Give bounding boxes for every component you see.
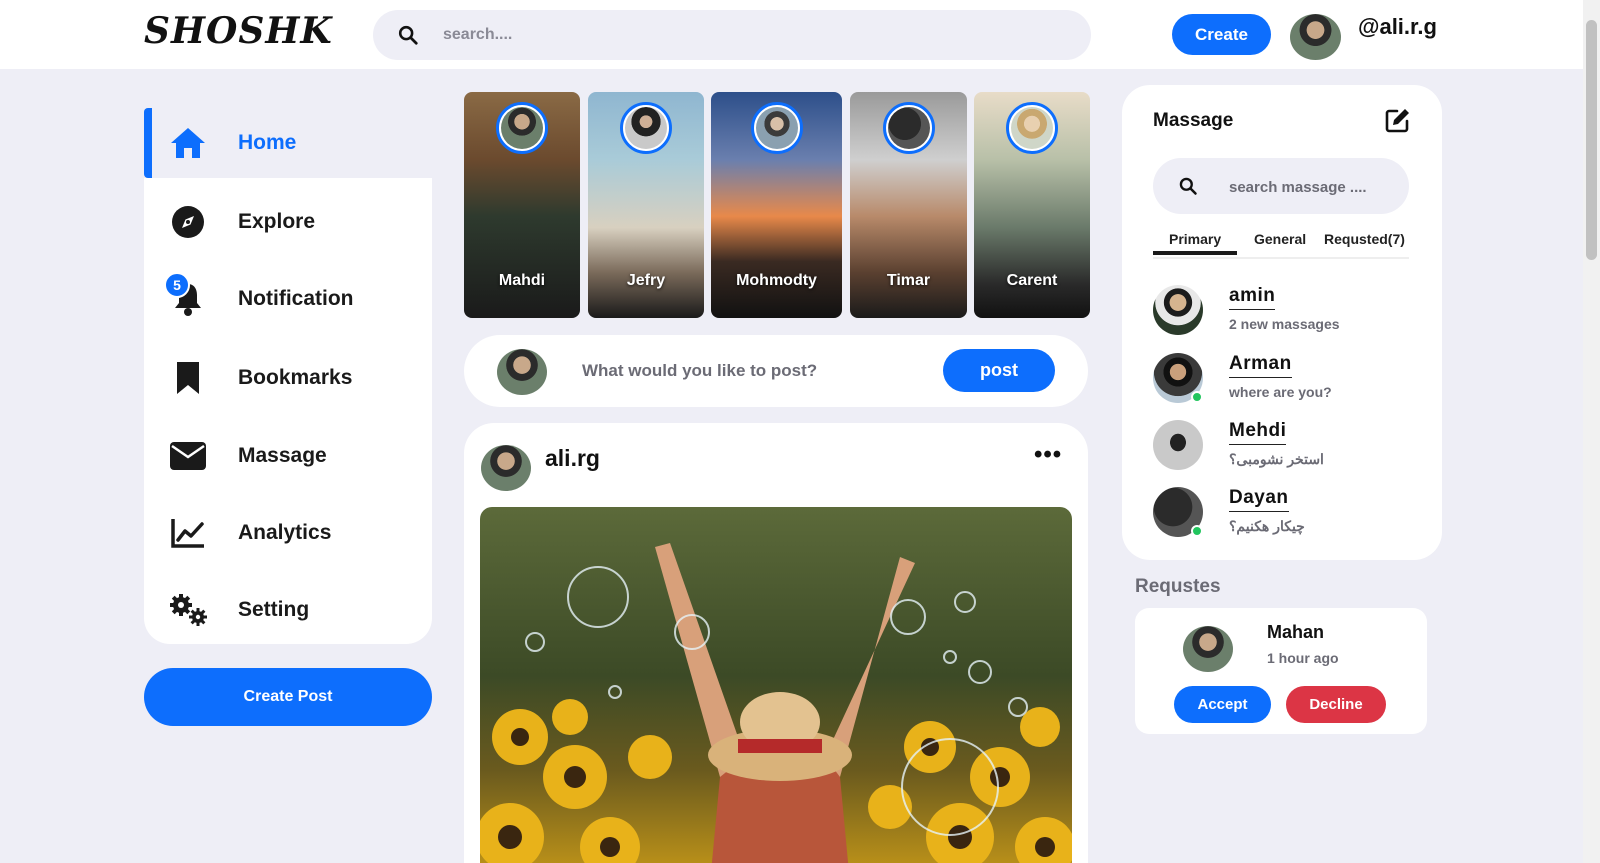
story-avatar xyxy=(882,102,935,154)
online-status-dot xyxy=(1191,391,1203,403)
search-input[interactable] xyxy=(443,22,1043,48)
search-icon xyxy=(398,25,418,45)
story-name: Mohmodty xyxy=(736,272,817,289)
post-button[interactable]: post xyxy=(943,349,1055,392)
sidebar-item-analytics[interactable]: Analytics xyxy=(144,498,432,568)
message-search-input[interactable] xyxy=(1229,174,1399,200)
sidebar-item-label: Setting xyxy=(238,598,310,621)
compass-icon xyxy=(168,202,208,242)
gears-icon xyxy=(168,590,208,630)
story-name: Carent xyxy=(1006,272,1058,289)
create-post-button[interactable]: Create Post xyxy=(144,668,432,726)
feed-post: ali.rg ••• xyxy=(464,423,1088,863)
home-icon xyxy=(168,123,208,163)
story-avatar xyxy=(496,102,548,154)
contact-name: amin xyxy=(1229,285,1276,310)
tab-primary[interactable]: Primary xyxy=(1153,231,1238,255)
message-search-bar xyxy=(1153,158,1409,214)
contact-preview: چیکار هکنیم؟ xyxy=(1229,518,1305,534)
avatar xyxy=(1153,420,1203,470)
contact-name: Dayan xyxy=(1229,487,1289,512)
search-bar xyxy=(373,10,1091,60)
story-card[interactable]: Mohmodty xyxy=(711,92,842,318)
sidebar-item-massage[interactable]: Massage xyxy=(144,421,432,491)
avatar xyxy=(497,349,547,395)
chart-line-icon xyxy=(168,513,208,553)
contact-item[interactable]: Dayan چیکار هکنیم؟ xyxy=(1153,487,1413,543)
contact-item[interactable]: amin 2 new massages xyxy=(1153,285,1413,341)
contact-item[interactable]: Mehdi استخر نشومبی؟ xyxy=(1153,420,1413,476)
tab-requested[interactable]: Requsted(7) xyxy=(1324,231,1405,247)
sidebar-item-notification[interactable]: 5 Notification xyxy=(144,264,432,334)
story-card[interactable]: Mahdi xyxy=(464,92,580,318)
scrollbar-thumb[interactable] xyxy=(1586,20,1597,260)
avatar[interactable] xyxy=(481,445,531,491)
sidebar-item-label: Analytics xyxy=(238,521,332,544)
top-navbar: SHOSHK Create @ali.r.g xyxy=(0,0,1583,69)
story-name: Timar xyxy=(886,272,931,289)
story-avatar xyxy=(620,102,672,154)
bookmark-icon xyxy=(168,358,208,398)
story-card[interactable]: Carent xyxy=(974,92,1090,318)
contact-name: Arman xyxy=(1229,353,1292,378)
post-composer: post xyxy=(464,335,1088,407)
create-button[interactable]: Create xyxy=(1172,14,1271,55)
story-name: Mahdi xyxy=(498,272,546,289)
online-status-dot xyxy=(1191,525,1203,537)
requests-title: Requstes xyxy=(1135,576,1221,597)
story-card[interactable]: Timar xyxy=(850,92,967,318)
request-card: Mahan 1 hour ago Accept Decline xyxy=(1135,608,1427,734)
envelope-icon xyxy=(168,436,208,476)
profile-username[interactable]: @ali.r.g xyxy=(1358,14,1437,40)
contact-item[interactable]: Arman where are you? xyxy=(1153,353,1413,409)
sidebar-item-label: Massage xyxy=(238,444,327,467)
avatar[interactable] xyxy=(1290,14,1341,60)
message-tabs: Primary General Requsted(7) xyxy=(1153,231,1409,259)
post-image[interactable] xyxy=(480,507,1072,863)
more-options-icon[interactable]: ••• xyxy=(1034,441,1062,469)
sidebar-item-bookmarks[interactable]: Bookmarks xyxy=(144,343,432,413)
request-time: 1 hour ago xyxy=(1267,650,1339,666)
story-avatar xyxy=(750,102,803,154)
search-icon xyxy=(1179,177,1197,195)
sidebar-item-explore[interactable]: Explore xyxy=(144,187,432,257)
messages-panel: Massage Primary General Requsted(7) amin… xyxy=(1122,85,1442,560)
contact-preview: where are you? xyxy=(1229,384,1332,400)
story-name: Jefry xyxy=(626,272,666,289)
sidebar-item-label: Notification xyxy=(238,287,354,310)
sidebar-item-label: Home xyxy=(238,131,297,154)
accept-button[interactable]: Accept xyxy=(1174,686,1271,723)
story-card[interactable]: Jefry xyxy=(588,92,704,318)
story-avatar xyxy=(1006,102,1058,154)
tab-general[interactable]: General xyxy=(1254,231,1306,247)
sidebar-item-label: Explore xyxy=(238,210,316,233)
notification-badge: 5 xyxy=(164,272,190,298)
sidebar-item-setting[interactable]: Setting xyxy=(144,575,432,645)
avatar xyxy=(1153,285,1203,335)
app-logo[interactable]: SHOSHK xyxy=(144,10,333,52)
request-name: Mahan xyxy=(1267,622,1325,642)
contact-preview: استخر نشومبی؟ xyxy=(1229,451,1324,467)
contact-preview: 2 new massages xyxy=(1229,316,1340,332)
avatar[interactable] xyxy=(1183,626,1233,672)
sidebar-item-label: Bookmarks xyxy=(238,366,353,389)
contact-name: Mehdi xyxy=(1229,420,1287,445)
messages-title: Massage xyxy=(1153,110,1234,131)
sidebar-item-home[interactable]: Home xyxy=(144,108,432,178)
decline-button[interactable]: Decline xyxy=(1286,686,1386,723)
edit-icon[interactable] xyxy=(1385,107,1411,133)
post-username[interactable]: ali.rg xyxy=(545,445,600,472)
post-input[interactable] xyxy=(582,357,912,385)
